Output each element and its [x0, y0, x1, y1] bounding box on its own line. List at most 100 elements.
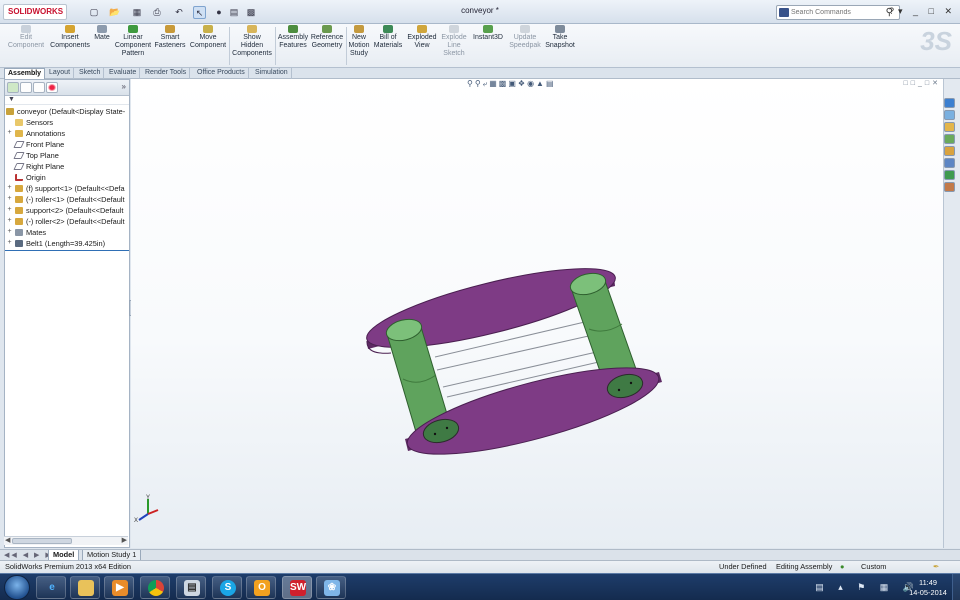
tree-item-sensors[interactable]: Sensors: [5, 117, 129, 128]
bill-of-materials-button[interactable]: Bill of Materials: [373, 25, 403, 50]
solidworks-resources-icon[interactable]: [944, 98, 955, 108]
feature-tree-tab-icon[interactable]: [7, 82, 19, 93]
tab-layout[interactable]: Layout: [46, 68, 75, 79]
explode-line-sketch-button[interactable]: Explode Line Sketch: [439, 25, 469, 58]
tab-sketch[interactable]: Sketch: [76, 68, 105, 79]
forum-icon[interactable]: [944, 182, 955, 192]
cmd-label: New Motion Study: [348, 34, 370, 57]
media-player-icon[interactable]: ▶: [104, 576, 134, 599]
part-icon: [15, 207, 23, 214]
tree-item-front-plane[interactable]: Front Plane: [5, 139, 129, 150]
tree-item-right-plane[interactable]: Right Plane: [5, 161, 129, 172]
tree-item-belt1[interactable]: + Belt1 (Length=39.425in): [5, 238, 129, 249]
exploded-view-button[interactable]: Exploded View: [405, 25, 439, 50]
filter-icon[interactable]: ▼: [5, 96, 129, 105]
design-library-icon[interactable]: [944, 110, 955, 120]
tree-item-support-2[interactable]: + support<2> (Default<<Default: [5, 205, 129, 216]
sensors-icon: [15, 119, 23, 126]
graphics-area[interactable]: ⚲⚲⤶▦▩▣❖◉▲▤ □□_□✕: [131, 79, 943, 548]
notes-icon[interactable]: ▤: [176, 576, 206, 599]
expand-icon[interactable]: +: [6, 217, 13, 225]
scroll-left-icon[interactable]: ◀: [5, 537, 10, 545]
new-motion-study-button[interactable]: New Motion Study: [347, 25, 371, 58]
search-commands[interactable]: ⚲: [776, 5, 900, 20]
motion-study-icon: [354, 25, 364, 33]
cmd-label: Take Snapshot: [545, 34, 575, 49]
rollback-bar[interactable]: [5, 250, 129, 251]
move-component-button[interactable]: Move Component: [188, 25, 228, 50]
solidworks-icon[interactable]: SW: [282, 576, 312, 599]
search-scope-icon[interactable]: [779, 8, 789, 17]
assembly-features-button[interactable]: Assembly Features: [276, 25, 310, 50]
expand-icon[interactable]: +: [6, 129, 13, 137]
ie-icon[interactable]: e: [36, 576, 66, 599]
window-controls[interactable]: ?▾ _ □ ✕: [889, 6, 956, 17]
mate-button[interactable]: Mate: [92, 25, 112, 42]
custom-properties-icon[interactable]: [944, 158, 955, 168]
scroll-thumb[interactable]: [12, 538, 72, 544]
reference-geometry-button[interactable]: Reference Geometry: [310, 25, 344, 50]
tree-item-top-plane[interactable]: Top Plane: [5, 150, 129, 161]
outlook-icon[interactable]: O: [246, 576, 276, 599]
tab-simulation[interactable]: Simulation: [252, 68, 292, 79]
tree-item-annotations[interactable]: + Annotations: [5, 128, 129, 139]
expand-icon[interactable]: +: [6, 206, 13, 214]
ds-watermark-icon: 3S: [920, 26, 952, 56]
expand-icon[interactable]: +: [6, 228, 13, 236]
view-palette-icon[interactable]: [944, 134, 955, 144]
smart-fasteners-button[interactable]: Smart Fasteners: [153, 25, 187, 50]
assembly-icon: [6, 108, 14, 115]
tree-item-roller-2[interactable]: + (-) roller<2> (Default<<Default: [5, 216, 129, 227]
cmd-label: Exploded View: [407, 34, 437, 49]
take-snapshot-button[interactable]: Take Snapshot: [543, 25, 577, 50]
tree-item-support-1[interactable]: + (f) support<1> (Default<<Defa: [5, 183, 129, 194]
conveyor-model[interactable]: [131, 79, 943, 548]
tab-evaluate[interactable]: Evaluate: [106, 68, 141, 79]
cmd-label: Instant3D: [473, 34, 503, 41]
tab-assembly[interactable]: Assembly: [4, 68, 46, 79]
assembly-features-icon: [288, 25, 298, 33]
instant3d-icon: [483, 25, 493, 33]
insert-components-button[interactable]: Insert Components: [49, 25, 91, 50]
search-input[interactable]: [791, 7, 881, 18]
expand-icon[interactable]: +: [6, 239, 13, 247]
display-manager-tab-icon[interactable]: [46, 82, 58, 93]
property-manager-tab-icon[interactable]: [20, 82, 32, 93]
tree-item-origin[interactable]: Origin: [5, 172, 129, 183]
expand-icon[interactable]: +: [6, 195, 13, 203]
expand-panel-icon[interactable]: »: [122, 82, 126, 91]
start-button[interactable]: [4, 575, 30, 600]
tab-render-tools[interactable]: Render Tools: [142, 68, 191, 79]
skype-icon[interactable]: S: [212, 576, 242, 599]
file-explorer-icon[interactable]: [70, 576, 100, 599]
update-speedpak-button[interactable]: Update Speedpak: [508, 25, 542, 50]
appearances-icon[interactable]: [944, 146, 955, 156]
system-tray[interactable]: ▤ ▴ ⚑ ▦ 🔊: [815, 582, 920, 593]
linear-pattern-button[interactable]: Linear Component Pattern: [112, 25, 154, 58]
status-bar: SolidWorks Premium 2013 x64 Edition Unde…: [0, 560, 960, 573]
units-selector[interactable]: Custom: [861, 561, 886, 573]
tree-root[interactable]: conveyor (Default<Display State-: [5, 106, 129, 117]
clock[interactable]: 11:49 14-05-2014: [908, 578, 948, 598]
tree-item-roller-1[interactable]: + (-) roller<1> (Default<<Default: [5, 194, 129, 205]
show-hidden-icon: [247, 25, 257, 33]
tab-office-products[interactable]: Office Products: [194, 68, 249, 79]
edit-component-button[interactable]: Edit Component: [6, 25, 46, 50]
tree-item-mates[interactable]: + Mates: [5, 227, 129, 238]
document-recovery-icon[interactable]: [944, 170, 955, 180]
configuration-tab-icon[interactable]: [33, 82, 45, 93]
mates-icon: [15, 229, 23, 236]
quick-tips-icon[interactable]: ✒: [933, 561, 939, 573]
scroll-right-icon[interactable]: ▶: [122, 537, 127, 545]
tree-horizontal-scrollbar[interactable]: ◀ ▶: [4, 536, 128, 545]
show-desktop-button[interactable]: [952, 574, 960, 600]
chrome-icon[interactable]: [140, 576, 170, 599]
file-explorer-pane-icon[interactable]: [944, 122, 955, 132]
expand-icon[interactable]: +: [6, 184, 13, 192]
show-hidden-button[interactable]: Show Hidden Components: [231, 25, 273, 58]
paint-icon[interactable]: ❀: [316, 576, 346, 599]
annotations-icon: [15, 130, 23, 137]
cmd-label: Assembly Features: [277, 34, 309, 49]
tree-item-label: Front Plane: [26, 140, 65, 149]
instant3d-button[interactable]: Instant3D: [471, 25, 505, 42]
